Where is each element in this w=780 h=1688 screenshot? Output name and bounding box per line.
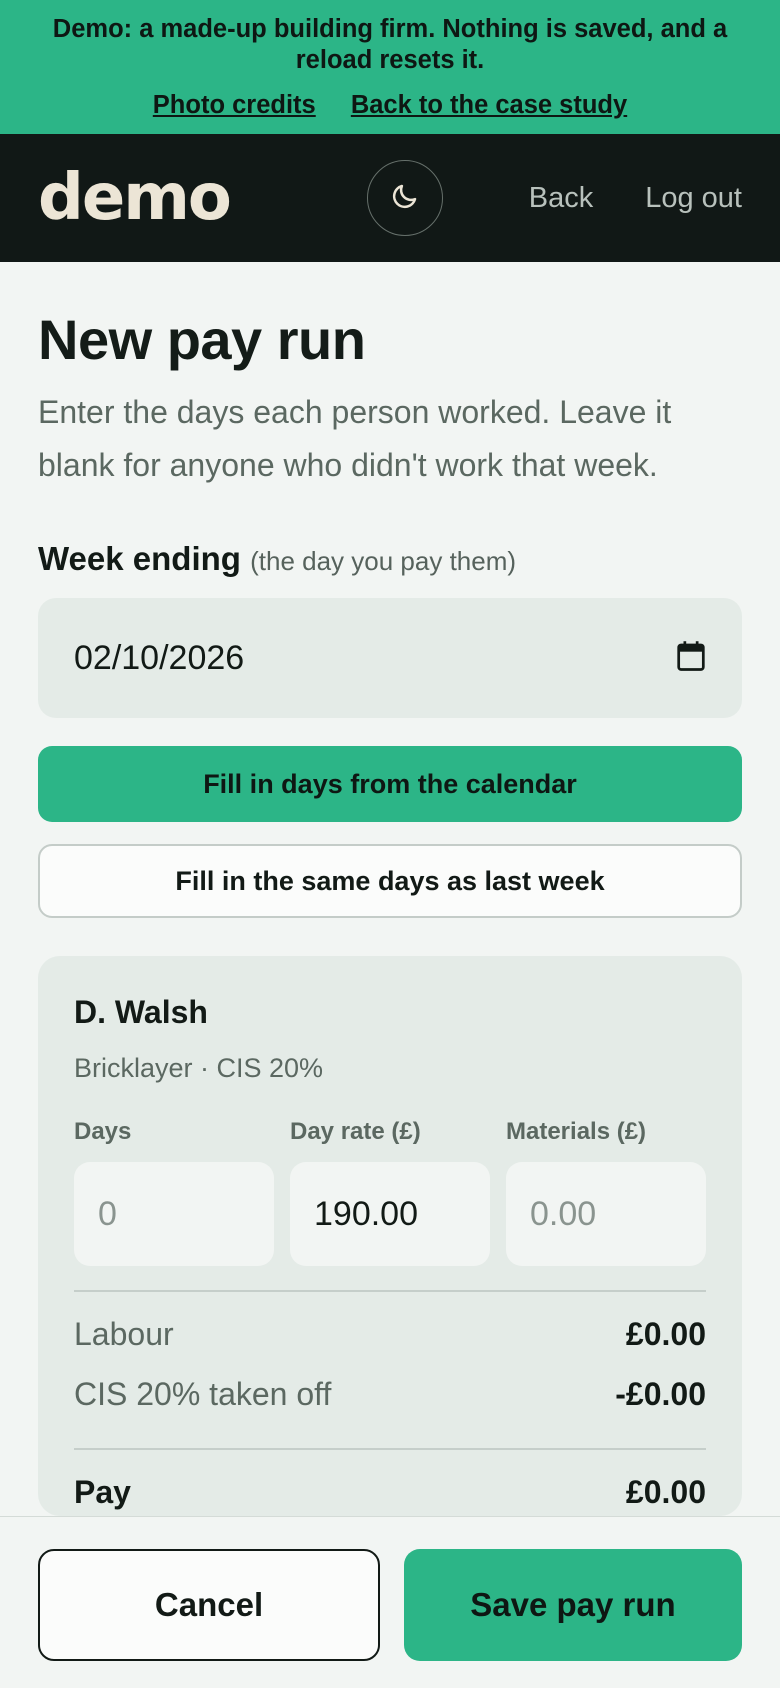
- pay-label: Pay: [74, 1473, 131, 1510]
- page-subtitle: Enter the days each person worked. Leave…: [38, 394, 672, 483]
- worker-card: D. Walsh Bricklayer · CIS 20% Days 0 Day…: [38, 956, 742, 1516]
- fill-from-calendar-button[interactable]: Fill in days from the calendar: [38, 746, 742, 822]
- worker-fields: Days 0 Day rate (£) 190.00 Materials (£)…: [74, 1118, 706, 1266]
- action-bar: Cancel Save pay run: [0, 1516, 780, 1688]
- save-pay-run-button[interactable]: Save pay run: [404, 1549, 742, 1661]
- worker-meta: Bricklayer · CIS 20%: [74, 1053, 324, 1083]
- cis-value: -£0.00: [615, 1375, 706, 1412]
- week-ending-value: 02/10/2026: [74, 638, 245, 677]
- case-study-link[interactable]: Back to the case study: [351, 91, 627, 119]
- photo-credits-link[interactable]: Photo credits: [153, 91, 316, 119]
- labour-label: Labour: [74, 1315, 174, 1352]
- labour-row: Labour £0.00: [74, 1304, 706, 1364]
- calendar-icon[interactable]: [676, 640, 706, 677]
- days-input[interactable]: 0: [74, 1162, 274, 1266]
- back-link[interactable]: Back: [529, 182, 593, 215]
- pay-row: Pay £0.00: [74, 1462, 706, 1516]
- week-ending-hint: (the day you pay them): [250, 546, 517, 576]
- week-ending-label: Week ending (the day you pay them): [38, 540, 742, 578]
- materials-field: Materials (£) 0.00: [506, 1118, 706, 1266]
- day-rate-field: Day rate (£) 190.00: [290, 1118, 490, 1266]
- top-navigation: demo Back Log out: [0, 134, 780, 262]
- days-field: Days 0: [74, 1118, 274, 1266]
- cis-row: CIS 20% taken off -£0.00: [74, 1364, 706, 1424]
- topbar-actions: Back Log out: [366, 160, 742, 236]
- day-rate-input[interactable]: 190.00: [290, 1162, 490, 1266]
- summary-divider: [74, 1290, 706, 1292]
- banner-links: Photo credits Back to the case study: [30, 90, 750, 121]
- labour-value: £0.00: [625, 1315, 706, 1352]
- demo-banner: Demo: a made-up building firm. Nothing i…: [0, 0, 780, 134]
- main-content: New pay run Enter the days each person w…: [0, 262, 780, 1516]
- theme-toggle-button[interactable]: [366, 160, 443, 236]
- page-title: New pay run: [38, 308, 366, 371]
- pay-value: £0.00: [625, 1473, 706, 1510]
- logo[interactable]: demo: [38, 161, 232, 235]
- moon-icon: [390, 181, 420, 216]
- banner-message: Demo: a made-up building firm. Nothing i…: [52, 15, 728, 74]
- week-ending-date-input[interactable]: 02/10/2026: [38, 598, 742, 718]
- cis-label: CIS 20% taken off: [74, 1375, 332, 1412]
- days-label: Days: [74, 1118, 132, 1145]
- fill-same-as-last-week-button[interactable]: Fill in the same days as last week: [38, 844, 742, 918]
- materials-input[interactable]: 0.00: [506, 1162, 706, 1266]
- materials-label: Materials (£): [506, 1118, 647, 1145]
- day-rate-label: Day rate (£): [290, 1118, 421, 1145]
- week-ending-title: Week ending: [38, 540, 241, 577]
- logout-link[interactable]: Log out: [645, 182, 742, 215]
- cancel-button[interactable]: Cancel: [38, 1549, 380, 1661]
- worker-name: D. Walsh: [74, 994, 208, 1030]
- pay-divider: [74, 1448, 706, 1450]
